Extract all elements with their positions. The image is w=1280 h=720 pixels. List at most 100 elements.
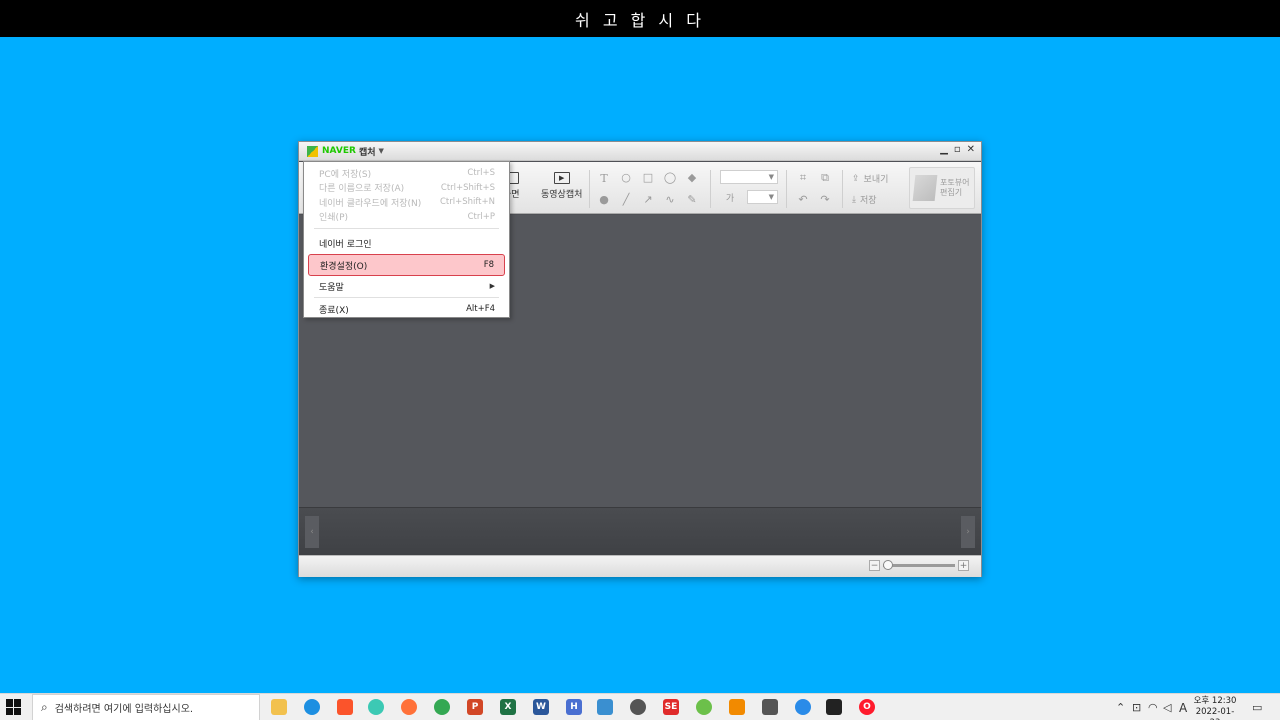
hwp-icon[interactable]: H xyxy=(566,699,582,715)
taskbar-search[interactable]: ⌕ 검색하려면 여기에 입력하십시오. xyxy=(32,694,260,720)
menu-item-label: PC에 저장(S) xyxy=(319,169,372,180)
edge-icon[interactable] xyxy=(304,699,320,715)
text-tool-icon[interactable]: T xyxy=(597,172,611,185)
top-banner: 쉬 고 합 시 다 xyxy=(0,0,1280,37)
chevron-left-icon[interactable]: ‹ xyxy=(305,516,319,548)
chevron-down-icon[interactable]: ▼ xyxy=(379,147,384,155)
undo-icon[interactable]: ↶ xyxy=(796,193,810,206)
font-size-icon: 가 xyxy=(725,194,735,204)
photo-editor-button[interactable]: 포토뷰어 편집기 xyxy=(909,167,975,209)
ime-indicator[interactable]: A xyxy=(1179,701,1187,715)
photo-editor-icon xyxy=(912,175,938,201)
brave-icon[interactable] xyxy=(337,699,353,715)
app-title: 캡처 xyxy=(358,147,376,158)
save-button[interactable]: ⤓ 저장 xyxy=(852,193,877,207)
taskbar: ⌕ 검색하려면 여기에 입력하십시오. P X W H SE O ⌃ ⊡ ◠ ◁… xyxy=(0,693,1280,720)
zoom-slider[interactable] xyxy=(883,560,955,570)
chevron-right-icon[interactable]: › xyxy=(961,516,975,548)
volume-icon[interactable]: ◁ xyxy=(1163,701,1171,714)
fill-tool-icon[interactable]: ◆ xyxy=(685,171,699,184)
vlc-icon[interactable] xyxy=(729,699,745,715)
firefox-icon[interactable] xyxy=(401,699,417,715)
toolbar-divider xyxy=(589,170,590,208)
zoom-slider-handle[interactable] xyxy=(883,560,893,570)
tray-app-icon[interactable]: ⊡ xyxy=(1132,701,1141,714)
menu-item-shortcut: Ctrl+P xyxy=(467,211,495,222)
send-label: 보내기 xyxy=(863,175,889,185)
sticky-notes-icon[interactable] xyxy=(826,699,842,715)
toolbar-divider xyxy=(842,170,843,208)
capture-video-button[interactable]: ▶ 동영상캡처 xyxy=(541,172,582,200)
magnifier-app-icon[interactable] xyxy=(630,699,646,715)
crop-tool-icon[interactable]: ⌗ xyxy=(796,171,810,185)
windows-start-icon[interactable] xyxy=(6,699,22,715)
maximize-icon[interactable]: ▫ xyxy=(954,144,961,155)
menu-item-settings[interactable]: 환경설정(O) F8 xyxy=(308,254,505,276)
menu-item-label: 환경설정(O) xyxy=(320,261,368,272)
minimize-icon[interactable]: ▁ xyxy=(940,144,948,155)
excel-icon[interactable]: X xyxy=(500,699,516,715)
app-dropdown-menu: PC에 저장(S) Ctrl+S 다른 이름으로 저장(A) Ctrl+Shif… xyxy=(303,161,510,318)
menu-item-label: 다른 이름으로 저장(A) xyxy=(319,184,405,195)
taskbar-clock[interactable]: 오후 12:30 2022-01-23 xyxy=(1193,696,1237,720)
calculator-icon[interactable] xyxy=(762,699,778,715)
network-icon[interactable]: ◠ xyxy=(1148,701,1158,714)
pen-tool-icon[interactable]: ✎ xyxy=(685,193,699,206)
share-icon: ⇪ xyxy=(852,173,860,184)
green-app-icon[interactable] xyxy=(696,699,712,715)
menu-item-save-as[interactable]: 다른 이름으로 저장(A) Ctrl+Shift+S xyxy=(308,181,505,196)
chrome-icon[interactable] xyxy=(434,699,450,715)
font-size-select[interactable]: ▼ xyxy=(747,190,778,204)
menu-item-shortcut: Ctrl+Shift+S xyxy=(440,182,495,193)
menu-item-label: 종료(X) xyxy=(319,305,349,316)
chevron-up-icon[interactable]: ⌃ xyxy=(1116,701,1125,714)
menu-item-label: 네이버 로그인 xyxy=(319,239,372,250)
menu-item-shortcut: Ctrl+Shift+N xyxy=(439,197,495,208)
thumbnail-strip: ‹ › xyxy=(299,507,981,555)
resize-tool-icon[interactable]: ⧉ xyxy=(818,171,832,185)
powerpoint-icon[interactable]: P xyxy=(467,699,483,715)
file-explorer-icon[interactable] xyxy=(271,699,287,715)
download-icon: ⤓ xyxy=(852,194,856,205)
menu-item-shortcut: Alt+F4 xyxy=(466,304,495,314)
word-icon[interactable]: W xyxy=(533,699,549,715)
capture-video-label: 동영상캡처 xyxy=(541,190,583,200)
number-stamp-tool-icon[interactable]: ● xyxy=(597,193,611,206)
menu-separator xyxy=(314,228,499,229)
zoom-in-icon[interactable]: + xyxy=(958,560,969,571)
edge-dev-icon[interactable] xyxy=(795,699,811,715)
search-placeholder: 검색하려면 여기에 입력하십시오. xyxy=(54,704,194,715)
color-select[interactable]: ▼ xyxy=(720,170,778,184)
search-icon: ⌕ xyxy=(41,700,48,714)
send-button[interactable]: ⇪ 보내기 xyxy=(852,172,889,186)
video-capture-icon: ▶ xyxy=(553,172,570,184)
whale-icon[interactable] xyxy=(368,699,384,715)
menu-item-save-pc[interactable]: PC에 저장(S) Ctrl+S xyxy=(308,166,505,181)
se-app-icon[interactable]: SE xyxy=(663,699,679,715)
photo-editor-label-1: 포토뷰어 xyxy=(940,178,970,187)
save-label: 저장 xyxy=(859,196,877,206)
menu-item-print[interactable]: 인쇄(P) Ctrl+P xyxy=(308,210,505,225)
notification-icon[interactable]: ▭ xyxy=(1252,701,1262,714)
zoom-control: − + xyxy=(869,560,969,571)
speech-bubble-tool-icon[interactable]: ◯ xyxy=(663,171,677,184)
menu-item-naver-login[interactable]: 네이버 로그인 xyxy=(308,233,505,253)
title-bar[interactable]: NAVER 캡처 ▼ ▁ ▫ ✕ xyxy=(299,142,981,161)
line-tool-icon[interactable]: ╱ xyxy=(619,193,633,206)
circle-tool-icon[interactable]: ○ xyxy=(619,171,633,184)
opera-icon[interactable]: O xyxy=(859,699,875,715)
menu-item-help[interactable]: 도움말 ▶ xyxy=(308,276,505,296)
menu-item-exit[interactable]: 종료(X) Alt+F4 xyxy=(308,299,505,319)
redo-icon[interactable]: ↷ xyxy=(818,193,832,206)
close-icon[interactable]: ✕ xyxy=(967,144,975,155)
menu-item-save-cloud[interactable]: 네이버 클라우드에 저장(N) Ctrl+Shift+N xyxy=(308,195,505,210)
menu-separator xyxy=(314,297,499,298)
monitor-app-icon[interactable] xyxy=(597,699,613,715)
submenu-arrow-icon: ▶ xyxy=(489,282,495,290)
freehand-tool-icon[interactable]: ∿ xyxy=(663,193,677,206)
menu-item-label: 도움말 xyxy=(319,282,344,293)
arrow-tool-icon[interactable]: ↗ xyxy=(641,193,655,206)
rectangle-tool-icon[interactable]: □ xyxy=(641,171,655,184)
zoom-out-icon[interactable]: − xyxy=(869,560,880,571)
status-bar: − + xyxy=(299,555,981,577)
